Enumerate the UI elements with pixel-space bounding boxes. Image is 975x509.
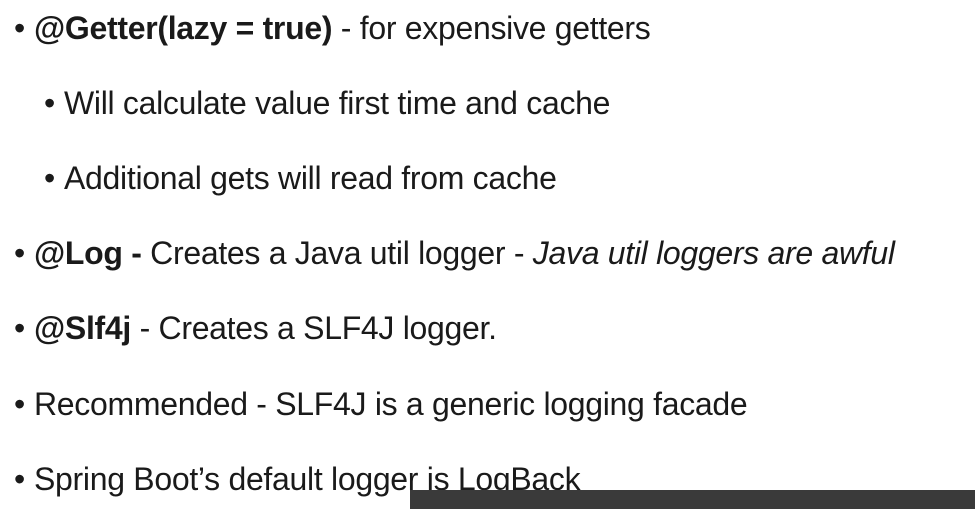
bullet-italic-note: Java util loggers are awful xyxy=(532,235,895,271)
bullet-text: - Creates a SLF4J logger. xyxy=(130,310,497,346)
bullet-marker: • xyxy=(44,160,55,196)
bullet-marker: • xyxy=(14,310,25,346)
bullet-text: Additional gets will read from cache xyxy=(64,160,557,196)
bullet-text: - for expensive getters xyxy=(332,10,651,46)
code-annotation: @Log - xyxy=(34,235,142,271)
slide: • @Getter(lazy = true) - for expensive ge… xyxy=(0,0,975,509)
bullet-getter-lazy: • @Getter(lazy = true) - for expensive ge… xyxy=(14,8,651,48)
bullet-text: Will calculate value first time and cach… xyxy=(64,85,611,121)
code-annotation: @Slf4j xyxy=(34,310,131,346)
bullet-marker: • xyxy=(14,386,25,422)
bullet-marker: • xyxy=(14,461,25,497)
bullet-log: • @Log - Creates a Java util logger - Jav… xyxy=(14,233,895,273)
code-annotation: @Getter(lazy = true) xyxy=(34,10,333,46)
sub-bullet-cache: • Additional gets will read from cache xyxy=(44,158,557,198)
video-overlay-bar xyxy=(410,490,975,509)
sub-bullet-calculate: • Will calculate value first time and cac… xyxy=(44,83,610,123)
bullet-text: Recommended - SLF4J is a generic logging… xyxy=(34,386,748,422)
bullet-marker: • xyxy=(14,10,25,46)
bullet-marker: • xyxy=(14,235,25,271)
bullet-slf4j: • @Slf4j - Creates a SLF4J logger. xyxy=(14,308,497,348)
bullet-marker: • xyxy=(44,85,55,121)
bullet-recommended: • Recommended - SLF4J is a generic loggin… xyxy=(14,384,748,424)
bullet-text: Creates a Java util logger - xyxy=(141,235,533,271)
